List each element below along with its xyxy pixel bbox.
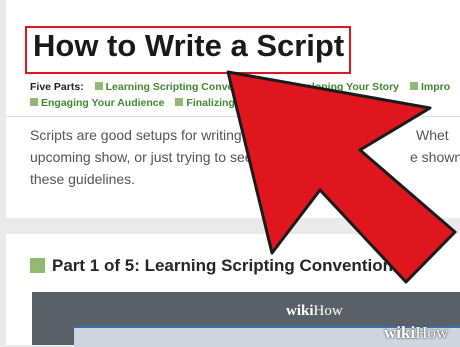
watermark-bold: wiki — [384, 323, 416, 342]
wikihow-watermark: wikiHow — [384, 323, 448, 343]
red-arrow-icon — [226, 70, 457, 284]
watermark-light: How — [415, 323, 449, 342]
red-arrow-shape — [226, 70, 457, 284]
